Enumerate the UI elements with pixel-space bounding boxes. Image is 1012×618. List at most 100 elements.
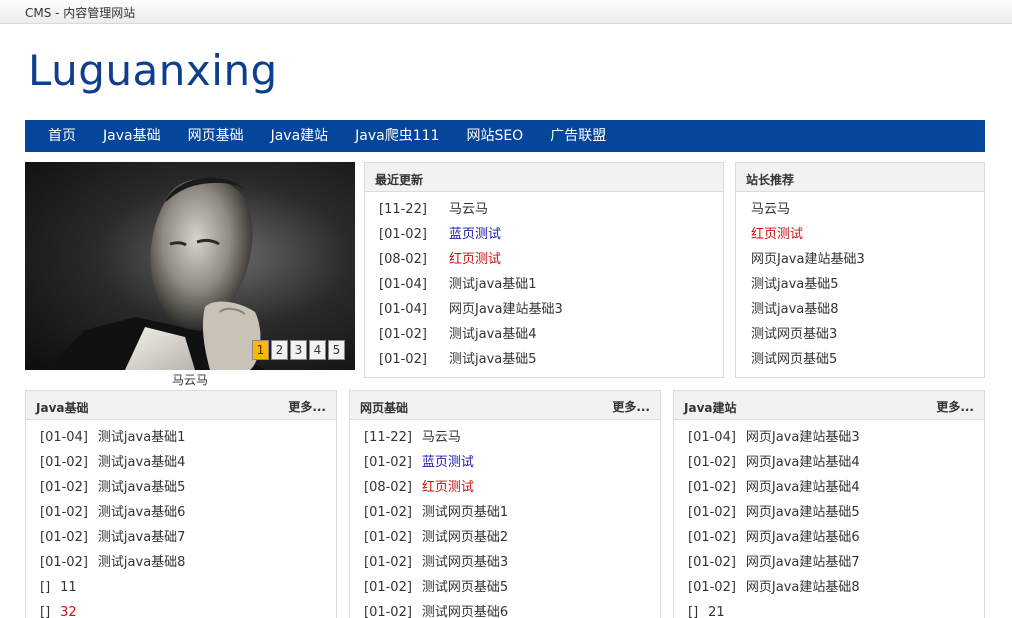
list-item[interactable]: [] 11 [40, 575, 336, 600]
list-item[interactable]: [08-02] 红页测试 [379, 247, 723, 272]
item-date: [11-22] [364, 430, 412, 445]
item-link[interactable]: 网页Java建站基础3 [751, 252, 865, 267]
item-link[interactable]: 测试java基础5 [449, 352, 537, 367]
list-item[interactable]: [01-02] 网页Java建站基础6 [688, 525, 984, 550]
list-item[interactable]: [01-02] 测试java基础4 [40, 450, 336, 475]
list-item[interactable]: [01-02] 测试网页基础5 [364, 575, 660, 600]
item-link[interactable]: 21 [708, 605, 725, 618]
item-link[interactable]: 测试java基础4 [98, 455, 186, 470]
more-link[interactable]: 更多... [612, 398, 650, 415]
item-link[interactable]: 马云马 [422, 430, 461, 445]
item-date: [01-04] [688, 430, 736, 445]
item-link[interactable]: 蓝页测试 [449, 227, 501, 242]
nav-item-web-basics[interactable]: 网页基础 [188, 120, 244, 152]
list-item[interactable]: [01-02] 测试java基础6 [40, 500, 336, 525]
item-link[interactable]: 测试java基础8 [98, 555, 186, 570]
item-link[interactable]: 马云马 [751, 202, 790, 217]
item-link[interactable]: 网页Java建站基础7 [746, 555, 860, 570]
list-item[interactable]: 网页Java建站基础3 [751, 247, 984, 272]
item-link[interactable]: 11 [60, 580, 77, 595]
section-list: [01-04] 测试java基础1 [01-02] 测试java基础4 [01-02] 测… [26, 420, 336, 618]
list-item[interactable]: [01-02] 网页Java建站基础4 [688, 475, 984, 500]
item-link[interactable]: 测试java基础7 [98, 530, 186, 545]
list-item[interactable]: [01-02] 测试网页基础3 [364, 550, 660, 575]
nav-item-java-site[interactable]: Java建站 [271, 120, 329, 152]
slider-caption[interactable]: 马云马 [25, 371, 355, 388]
list-item[interactable]: [01-02] 网页Java建站基础4 [688, 450, 984, 475]
list-item[interactable]: [01-04] 测试java基础1 [379, 272, 723, 297]
item-link[interactable]: 网页Java建站基础3 [449, 302, 563, 317]
list-item[interactable]: [08-02] 红页测试 [364, 475, 660, 500]
item-link[interactable]: 网页Java建站基础5 [746, 505, 860, 520]
item-link[interactable]: 红页测试 [449, 252, 501, 267]
list-item[interactable]: [01-04] 网页Java建站基础3 [688, 425, 984, 450]
item-link[interactable]: 测试网页基础3 [751, 327, 837, 342]
item-link[interactable]: 测试网页基础1 [422, 505, 508, 520]
list-item[interactable]: 红页测试 [751, 222, 984, 247]
slider-page-5[interactable]: 5 [328, 340, 345, 360]
slider-page-3[interactable]: 3 [290, 340, 307, 360]
nav-item-java-crawler[interactable]: Java爬虫111 [355, 120, 439, 152]
item-link[interactable]: 测试网页基础5 [751, 352, 837, 367]
list-item[interactable]: 测试网页基础3 [751, 322, 984, 347]
list-item[interactable]: [01-02] 测试java基础5 [40, 475, 336, 500]
nav-item-seo[interactable]: 网站SEO [466, 120, 523, 152]
list-item[interactable]: 测试网页基础5 [751, 347, 984, 372]
item-link[interactable]: 测试java基础5 [98, 480, 186, 495]
list-item[interactable]: [11-22] 马云马 [379, 197, 723, 222]
item-link[interactable]: 测试java基础1 [98, 430, 186, 445]
nav-item-home[interactable]: 首页 [48, 120, 76, 152]
item-link[interactable]: 马云马 [449, 202, 488, 217]
list-item[interactable]: 马云马 [751, 197, 984, 222]
item-link[interactable]: 测试java基础1 [449, 277, 537, 292]
list-item[interactable]: [01-02] 网页Java建站基础8 [688, 575, 984, 600]
list-item[interactable]: [01-02] 测试网页基础2 [364, 525, 660, 550]
list-item[interactable]: [01-04] 测试java基础1 [40, 425, 336, 450]
slider-page-2[interactable]: 2 [271, 340, 288, 360]
item-link[interactable]: 测试网页基础5 [422, 580, 508, 595]
item-link[interactable]: 测试网页基础6 [422, 605, 508, 618]
more-link[interactable]: 更多... [288, 398, 326, 415]
list-item[interactable]: [01-02] 网页Java建站基础5 [688, 500, 984, 525]
list-item[interactable]: [] 32 [40, 600, 336, 618]
list-item[interactable]: [01-02] 测试java基础7 [40, 525, 336, 550]
item-link[interactable]: 测试网页基础3 [422, 555, 508, 570]
list-item[interactable]: [01-02] 网页Java建站基础7 [688, 550, 984, 575]
panel-title: 最近更新 [375, 173, 424, 187]
slider-page-1[interactable]: 1 [252, 340, 269, 360]
item-link[interactable]: 测试网页基础2 [422, 530, 508, 545]
more-link[interactable]: 更多... [936, 398, 974, 415]
list-item[interactable]: [01-02] 蓝页测试 [364, 450, 660, 475]
nav-item-java-basics[interactable]: Java基础 [103, 120, 161, 152]
slider-page-4[interactable]: 4 [309, 340, 326, 360]
list-item[interactable]: [01-02] 测试网页基础1 [364, 500, 660, 525]
site-logo[interactable]: Luguanxing [28, 46, 278, 95]
item-link[interactable]: 测试java基础5 [751, 277, 839, 292]
item-link[interactable]: 红页测试 [751, 227, 803, 242]
list-item[interactable]: [01-02] 测试java基础8 [40, 550, 336, 575]
item-link[interactable]: 网页Java建站基础4 [746, 480, 860, 495]
list-item[interactable]: [01-02] 测试网页基础6 [364, 600, 660, 618]
list-item[interactable]: 测试java基础5 [751, 272, 984, 297]
main-nav: 首页 Java基础 网页基础 Java建站 Java爬虫111 网站SEO 广告… [25, 120, 985, 152]
item-link[interactable]: 网页Java建站基础8 [746, 580, 860, 595]
item-link[interactable]: 蓝页测试 [422, 455, 474, 470]
item-date: [01-02] [364, 455, 412, 470]
item-link[interactable]: 网页Java建站基础3 [746, 430, 860, 445]
list-item[interactable]: 测试java基础8 [751, 297, 984, 322]
nav-item-ads[interactable]: 广告联盟 [550, 120, 606, 152]
image-slider[interactable]: 1 2 3 4 5 [25, 162, 355, 370]
item-link[interactable]: 测试java基础8 [751, 302, 839, 317]
item-link[interactable]: 测试java基础4 [449, 327, 537, 342]
item-link[interactable]: 测试java基础6 [98, 505, 186, 520]
list-item[interactable]: [01-02] 测试java基础5 [379, 347, 723, 372]
item-link[interactable]: 网页Java建站基础4 [746, 455, 860, 470]
list-item[interactable]: [01-02] 蓝页测试 [379, 222, 723, 247]
item-link[interactable]: 红页测试 [422, 480, 474, 495]
item-link[interactable]: 网页Java建站基础6 [746, 530, 860, 545]
item-link[interactable]: 32 [60, 605, 77, 618]
list-item[interactable]: [01-04] 网页Java建站基础3 [379, 297, 723, 322]
list-item[interactable]: [] 21 [688, 600, 984, 618]
list-item[interactable]: [01-02] 测试java基础4 [379, 322, 723, 347]
list-item[interactable]: [11-22] 马云马 [364, 425, 660, 450]
